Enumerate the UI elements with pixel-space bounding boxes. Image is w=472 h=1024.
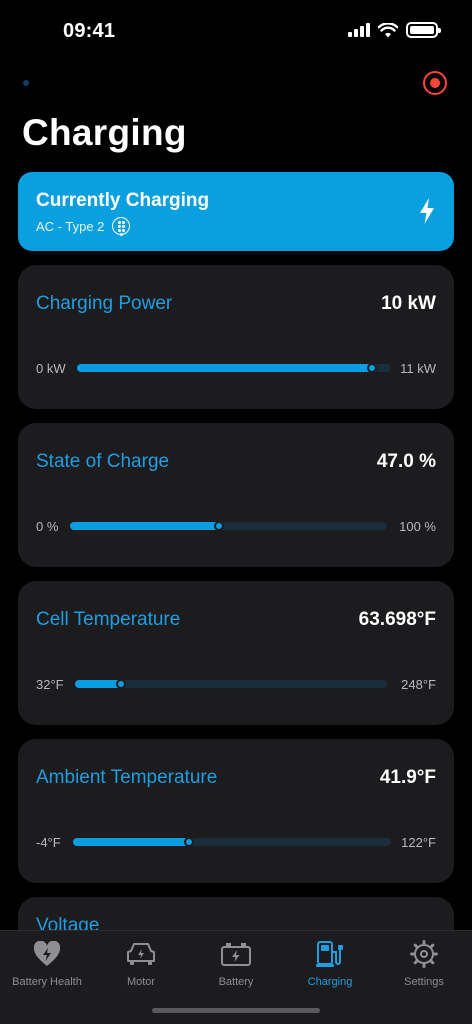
progress-track (70, 521, 387, 531)
battery-icon (218, 939, 254, 969)
metric-title: State of Charge (36, 451, 170, 472)
range-min-label: -4°F (36, 835, 61, 850)
progress-fill (70, 522, 219, 530)
progress-fill (73, 838, 190, 846)
metric-title: Cell Temperature (36, 609, 181, 630)
banner-title: Currently Charging (36, 190, 210, 211)
tab-battery[interactable]: Battery (189, 939, 283, 988)
metric-card-state-of-charge: State of Charge 47.0 % 0 % 100 % (18, 423, 454, 567)
progress-track (73, 837, 391, 847)
car-motor-icon (123, 939, 159, 969)
range-min-label: 0 kW (36, 361, 66, 376)
metric-card-cell-temperature: Cell Temperature 63.698°F 32°F 248°F (18, 581, 454, 725)
connector-type-label: AC - Type 2 (36, 218, 105, 234)
wifi-icon (378, 22, 398, 37)
currently-charging-banner[interactable]: Currently Charging AC - Type 2 (18, 172, 454, 251)
tab-motor[interactable]: Motor (94, 939, 188, 988)
metric-title: Charging Power (36, 293, 173, 314)
tab-label: Battery Health (12, 976, 82, 988)
record-button[interactable] (423, 71, 447, 95)
range-max-label: 11 kW (400, 361, 436, 376)
tab-charging[interactable]: Charging (283, 939, 377, 988)
range-min-label: 0 % (36, 519, 59, 534)
progress-knob (184, 837, 195, 847)
metric-title: Ambient Temperature (36, 767, 218, 788)
type2-plug-icon (112, 217, 131, 236)
metric-value: 10 kW (381, 293, 436, 314)
tab-label: Settings (404, 976, 444, 988)
metric-value: 47.0 % (376, 451, 436, 472)
tab-settings[interactable]: Settings (377, 939, 471, 988)
progress-knob (367, 363, 378, 373)
tab-battery-health[interactable]: Battery Health (0, 939, 94, 988)
banner-subtitle: AC - Type 2 (36, 217, 131, 236)
metric-value: 63.698°F (358, 609, 436, 630)
page-title: Charging (22, 112, 187, 153)
cellular-signal-icon (348, 23, 370, 37)
status-icons (348, 22, 441, 38)
heart-bolt-icon (29, 939, 65, 969)
metric-value: 41.9°F (379, 767, 436, 788)
progress-track (77, 363, 391, 373)
tab-label: Battery (218, 976, 254, 988)
tab-label: Charging (307, 976, 353, 988)
range-max-label: 248°F (401, 677, 436, 692)
ev-charger-icon (312, 939, 348, 969)
page-indicator-dot (23, 80, 29, 86)
range-min-label: 32°F (36, 677, 64, 692)
status-battery-icon (406, 22, 441, 38)
progress-track (75, 679, 387, 689)
range-max-label: 100 % (399, 519, 436, 534)
record-icon (430, 78, 440, 88)
bolt-icon (420, 198, 434, 224)
progress-fill (77, 364, 373, 372)
home-indicator (152, 1008, 320, 1013)
tab-label: Motor (126, 976, 156, 988)
status-bar: 09:41 (0, 0, 472, 60)
gear-icon (406, 939, 442, 969)
progress-fill (75, 680, 121, 688)
progress-knob (213, 521, 224, 531)
metric-card-charging-power: Charging Power 10 kW 0 kW 11 kW (18, 265, 454, 409)
progress-knob (115, 679, 126, 689)
metric-card-ambient-temperature: Ambient Temperature 41.9°F -4°F 122°F (18, 739, 454, 883)
status-time: 09:41 (63, 20, 116, 42)
range-max-label: 122°F (401, 835, 436, 850)
